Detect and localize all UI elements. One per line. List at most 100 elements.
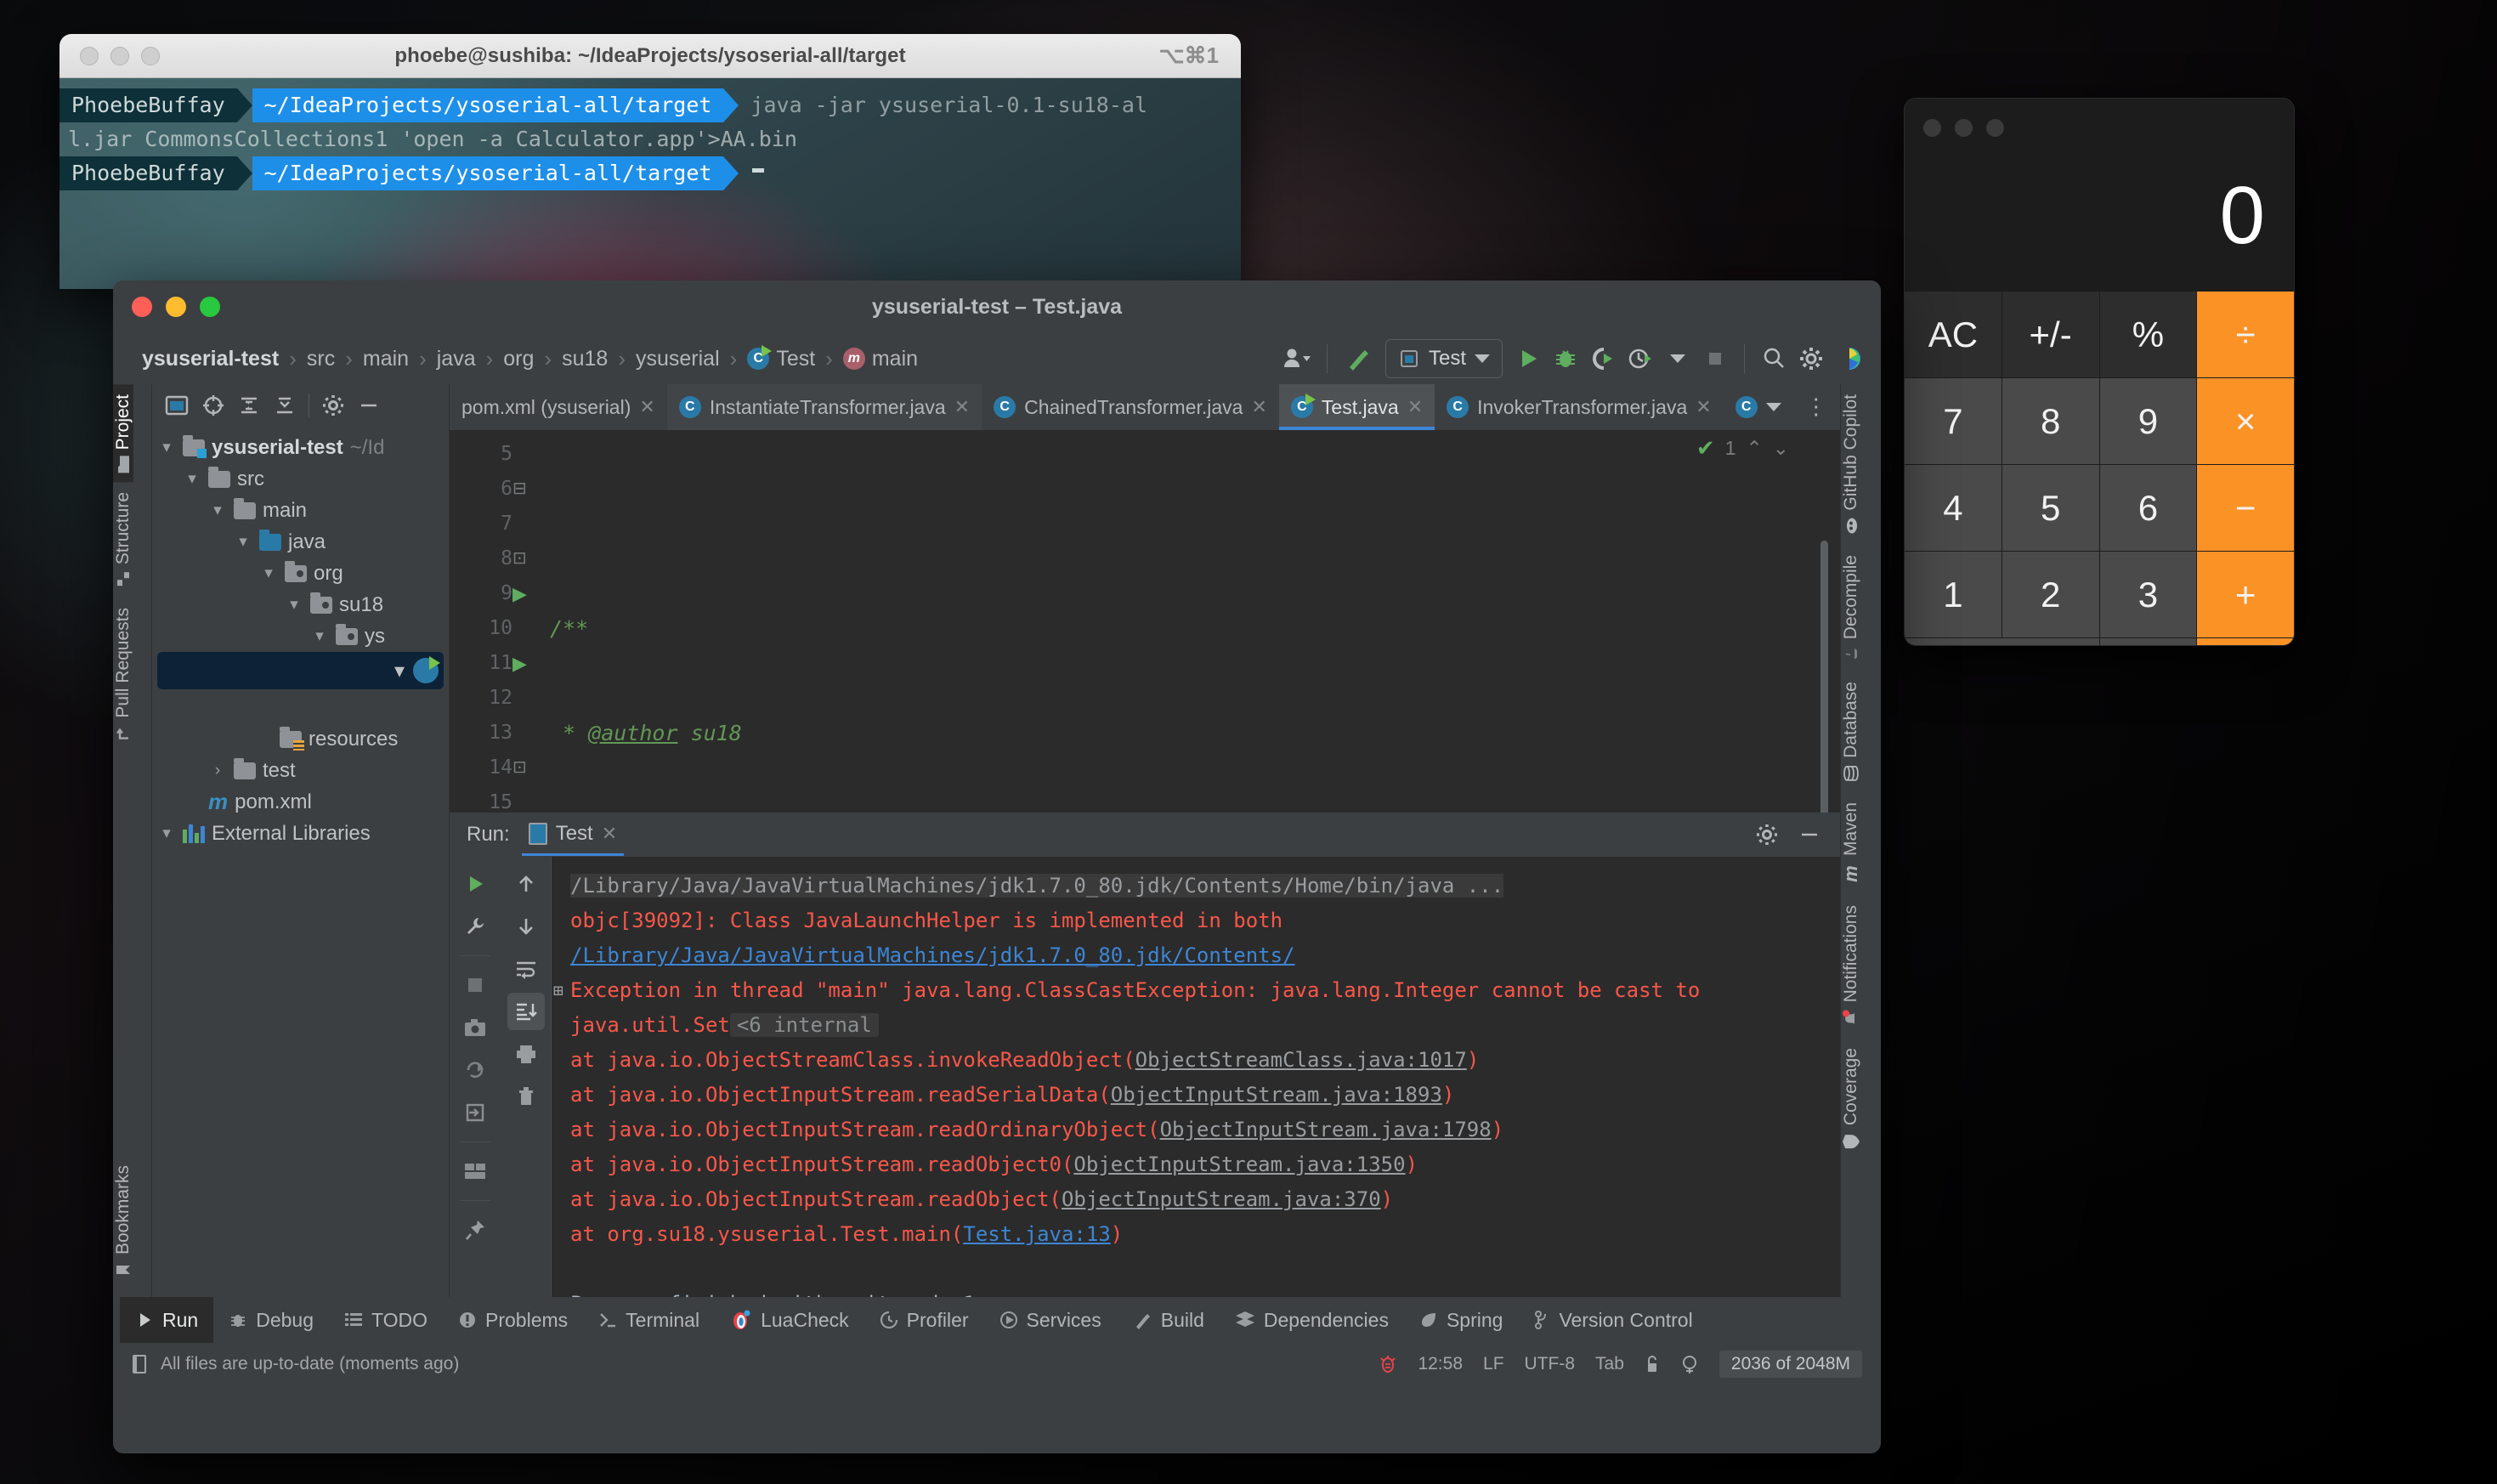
inspection-widget[interactable]: ✔ 1 ⌃ ⌄ xyxy=(1696,435,1789,462)
calculator-key-divide[interactable]: ÷ xyxy=(2197,292,2294,377)
tool-button-todo[interactable]: TODO xyxy=(329,1297,443,1343)
chevron-down-icon[interactable]: ▾ xyxy=(183,469,201,489)
calculator-key-decimal[interactable]: . xyxy=(2099,638,2197,645)
close-icon[interactable]: ✕ xyxy=(954,396,970,418)
lock-icon[interactable] xyxy=(1645,1354,1660,1374)
sidebar-item-pull-requests[interactable]: Pull Requests xyxy=(113,598,133,752)
editor-tabs[interactable]: pom.xml (ysuserial) ✕ C InstantiateTrans… xyxy=(450,384,1840,430)
tool-button-dependencies[interactable]: Dependencies xyxy=(1220,1297,1404,1343)
breadcrumb-item-java[interactable]: java xyxy=(427,347,486,371)
calculator-key-percent[interactable]: % xyxy=(2099,292,2197,377)
calculator-minimize-icon[interactable] xyxy=(1955,119,1973,137)
status-encoding[interactable]: UTF-8 xyxy=(1525,1354,1576,1374)
gear-icon[interactable] xyxy=(1755,823,1779,847)
tree-node-src[interactable]: ▾ src xyxy=(152,463,449,495)
chevron-down-icon[interactable]: ▾ xyxy=(310,626,329,646)
rerun-icon[interactable] xyxy=(456,865,494,903)
run-actions-left[interactable] xyxy=(450,857,501,1297)
tree-node-main[interactable]: ▾ main xyxy=(152,495,449,526)
fold-marker-icon[interactable]: ⊡ xyxy=(512,541,550,576)
tree-node-external-libraries[interactable]: ▾ External Libraries xyxy=(152,818,449,849)
editor-tabs-menu[interactable]: ⋮ xyxy=(1792,384,1839,430)
run-actions-right[interactable] xyxy=(501,857,552,1297)
console-trace-link-test[interactable]: Test.java:13 xyxy=(963,1222,1110,1246)
tree-node-su18[interactable]: ▾ su18 xyxy=(152,589,449,620)
sidebar-item-project[interactable]: Project xyxy=(113,384,133,483)
tree-node-org[interactable]: ▾ org xyxy=(152,558,449,589)
layout-icon[interactable] xyxy=(456,1153,494,1190)
close-icon[interactable]: ✕ xyxy=(602,823,617,845)
debug-icon[interactable] xyxy=(1547,340,1584,377)
sidebar-item-github-copilot[interactable]: GitHub Copilot xyxy=(1841,384,1861,545)
code-text[interactable]: /** * @author su18 */ public class Test … xyxy=(550,430,1840,813)
calculator-key-2[interactable]: 2 xyxy=(2002,552,2099,637)
gutter-run-icon[interactable]: ▶ xyxy=(512,646,550,681)
fold-marker-icon[interactable]: ⊟ xyxy=(512,472,550,507)
inspection-next-icon[interactable]: ⌄ xyxy=(1773,437,1789,460)
tree-node-resources[interactable]: resources xyxy=(152,723,449,755)
project-tree[interactable]: ▾ ysuserial-test ~/Id ▾ src ▾ main ▾ jav… xyxy=(152,427,449,1297)
console-trace-link[interactable]: ObjectInputStream.java:1893 xyxy=(1111,1083,1442,1107)
editor-gutter-markers[interactable]: ⊟ ⊡ ▶ ▶ ⊡ xyxy=(512,430,550,813)
console-trace-link[interactable]: ObjectInputStream.java:1350 xyxy=(1073,1153,1405,1176)
camera-icon[interactable] xyxy=(456,1009,494,1046)
soft-wrap-icon[interactable] xyxy=(507,950,545,988)
tool-button-profiler[interactable]: Profiler xyxy=(864,1297,984,1343)
console-trace-link[interactable]: ObjectInputStream.java:1798 xyxy=(1160,1118,1492,1141)
run-tool-window-header[interactable]: Run: Test ✕ xyxy=(450,813,1840,857)
chevron-down-icon[interactable] xyxy=(1765,403,1781,411)
stop-icon[interactable] xyxy=(456,966,494,1004)
editor-scrollbar[interactable] xyxy=(1820,541,1828,813)
breadcrumb-item-project[interactable]: ysuserial-test xyxy=(132,347,289,371)
tool-button-services[interactable]: Services xyxy=(984,1297,1117,1343)
breadcrumb-item-org[interactable]: org xyxy=(493,347,544,371)
tree-node-ysuserial[interactable]: ▾ ys xyxy=(152,620,449,652)
breadcrumb-item-src[interactable]: src xyxy=(297,347,345,371)
chevron-right-icon[interactable]: › xyxy=(208,762,227,780)
calculator-zoom-icon[interactable] xyxy=(1986,119,2004,137)
chevron-down-icon[interactable]: ▾ xyxy=(285,595,303,615)
memory-indicator[interactable]: 2036 of 2048M xyxy=(1718,1351,1862,1378)
sidebar-item-maven[interactable]: m Maven xyxy=(1840,792,1861,895)
tool-button-build[interactable]: Build xyxy=(1117,1297,1220,1343)
editor-tab-invoker-transformer[interactable]: C InvokerTransformer.java ✕ xyxy=(1435,384,1724,430)
tree-node-java[interactable]: ▾ java xyxy=(152,526,449,558)
more-vertical-icon[interactable]: ⋮ xyxy=(1805,396,1827,417)
calculator-key-9[interactable]: 9 xyxy=(2099,378,2197,464)
tool-button-run[interactable]: Run xyxy=(120,1297,214,1343)
chevron-down-icon[interactable]: ▾ xyxy=(208,501,227,520)
expand-all-icon[interactable] xyxy=(237,394,261,416)
gear-icon[interactable] xyxy=(1792,340,1830,377)
status-time[interactable]: 12:58 xyxy=(1418,1354,1463,1374)
sidebar-item-notifications[interactable]: Notifications xyxy=(1841,895,1861,1038)
chevron-down-icon[interactable]: ▾ xyxy=(259,564,278,583)
down-arrow-icon[interactable] xyxy=(507,908,545,945)
project-tool-window[interactable]: ▾ ysuserial-test ~/Id ▾ src ▾ main ▾ jav… xyxy=(152,384,450,1297)
breadcrumb-item-su18[interactable]: su18 xyxy=(552,347,618,371)
tool-button-luacheck[interactable]: LuaCheck xyxy=(715,1297,864,1343)
sidebar-item-structure[interactable]: Structure xyxy=(113,482,133,597)
tree-node-test-class-selected[interactable]: ▾ xyxy=(157,652,444,689)
calculator-key-sign[interactable]: +/- xyxy=(2002,292,2099,377)
sidebar-item-bookmarks[interactable]: Bookmarks xyxy=(113,1155,133,1289)
close-icon[interactable]: ✕ xyxy=(1251,396,1266,418)
restore-layout-icon[interactable] xyxy=(456,1051,494,1089)
run-console[interactable]: /Library/Java/JavaVirtualMachines/jdk1.7… xyxy=(552,857,1840,1297)
sidebar-item-decompile[interactable]: Decompile xyxy=(1841,545,1861,671)
settings-wrench-icon[interactable] xyxy=(456,908,494,945)
collapse-all-icon[interactable] xyxy=(273,394,297,416)
calculator-close-icon[interactable] xyxy=(1923,119,1941,137)
copilot-icon[interactable] xyxy=(1830,340,1869,377)
select-opened-file-icon[interactable] xyxy=(164,394,190,416)
breadcrumb-item-main-method[interactable]: m main xyxy=(833,347,928,371)
calculator-key-minus[interactable]: − xyxy=(2197,465,2294,551)
calculator-key-3[interactable]: 3 xyxy=(2099,552,2197,637)
editor-tab-chained-transformer[interactable]: C ChainedTransformer.java ✕ xyxy=(982,384,1279,430)
status-bar[interactable]: All files are up-to-date (moments ago) 1… xyxy=(113,1343,1881,1385)
tool-button-problems[interactable]: Problems xyxy=(443,1297,583,1343)
calculator-window[interactable]: 0 AC +/- % ÷ 7 8 9 × 4 5 6 − 1 2 3 + 0 .… xyxy=(1904,98,2295,646)
sidebar-item-coverage[interactable]: Coverage xyxy=(1841,1038,1861,1161)
chevron-down-icon[interactable]: ▾ xyxy=(234,532,252,552)
stop-icon[interactable] xyxy=(1696,340,1734,377)
trash-icon[interactable] xyxy=(507,1078,545,1115)
